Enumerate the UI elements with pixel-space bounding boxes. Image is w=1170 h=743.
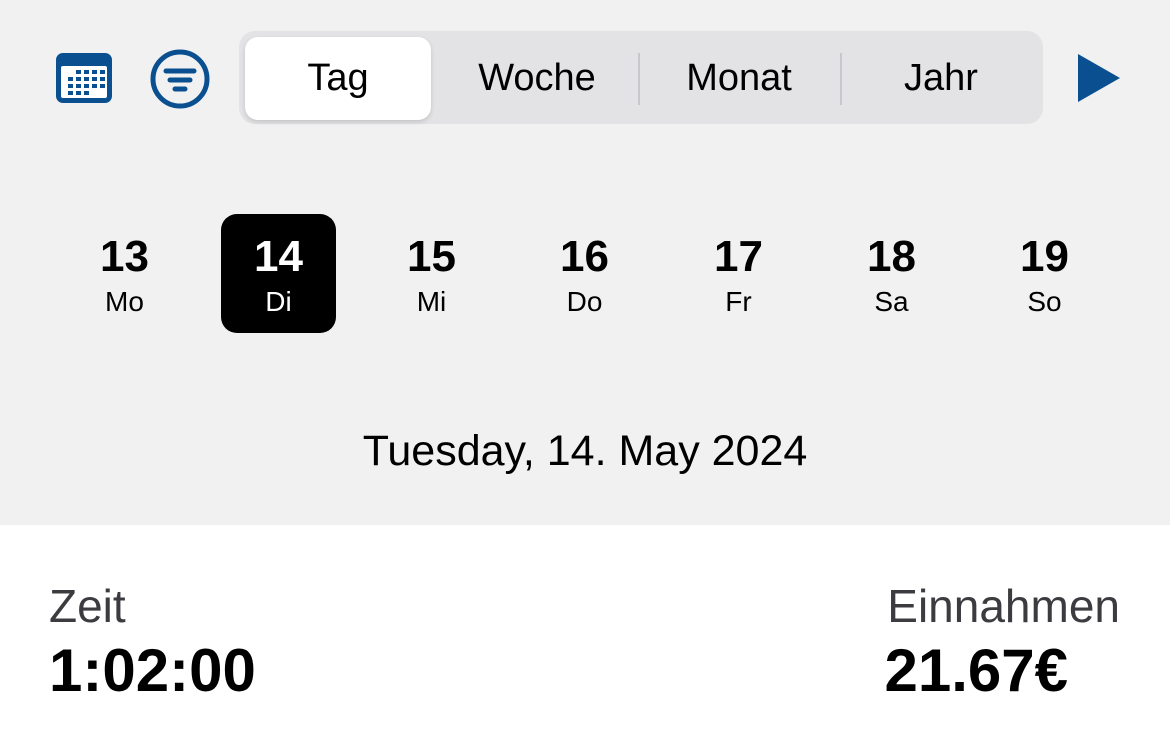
day-number: 17 [714, 232, 763, 281]
day-do[interactable]: 16 Do [527, 214, 642, 333]
segment-day[interactable]: Tag [245, 37, 431, 120]
segment-month[interactable]: Monat [639, 37, 839, 120]
day-di-selected[interactable]: 14 Di [221, 214, 336, 333]
calendar-icon [56, 53, 112, 103]
next-button[interactable] [1072, 50, 1124, 106]
day-name: Sa [874, 286, 909, 317]
stats-panel: Zeit 1:02:00 Einnahmen 21.67€ [0, 525, 1170, 743]
date-picker-area: Tag Woche Monat Jahr 13 Mo 14 Di 15 Mi 1… [0, 0, 1170, 525]
period-segmented-control: Tag Woche Monat Jahr [239, 31, 1043, 124]
day-mo[interactable]: 13 Mo [67, 214, 182, 333]
selected-date-label: Tuesday, 14. May 2024 [362, 427, 808, 475]
day-number: 13 [100, 232, 149, 281]
play-icon [1078, 54, 1120, 102]
filter-icon [150, 49, 210, 109]
day-name: Do [566, 286, 603, 317]
day-mi[interactable]: 15 Mi [374, 214, 489, 333]
day-name: So [1027, 286, 1062, 317]
toolbar: Tag Woche Monat Jahr [0, 0, 1170, 160]
day-so[interactable]: 19 So [987, 214, 1102, 333]
day-name: Mo [105, 286, 144, 317]
day-name: Di [265, 286, 292, 317]
day-number: 15 [407, 232, 456, 281]
day-fr[interactable]: 17 Fr [681, 214, 796, 333]
calendar-button[interactable] [52, 48, 116, 108]
time-value: 1:02:00 [49, 637, 256, 704]
segment-week[interactable]: Woche [437, 37, 637, 120]
day-number: 16 [560, 232, 609, 281]
time-label: Zeit [49, 580, 126, 632]
day-number: 18 [867, 232, 916, 281]
day-name: Mi [416, 286, 447, 317]
filter-button[interactable] [148, 48, 212, 110]
day-sa[interactable]: 18 Sa [834, 214, 949, 333]
day-number: 19 [1020, 232, 1069, 281]
income-value: 21.67€ [884, 637, 1068, 704]
income-label: Einnahmen [887, 580, 1120, 632]
segment-year[interactable]: Jahr [841, 37, 1041, 120]
day-name: Fr [725, 286, 752, 317]
day-number: 14 [254, 232, 303, 281]
